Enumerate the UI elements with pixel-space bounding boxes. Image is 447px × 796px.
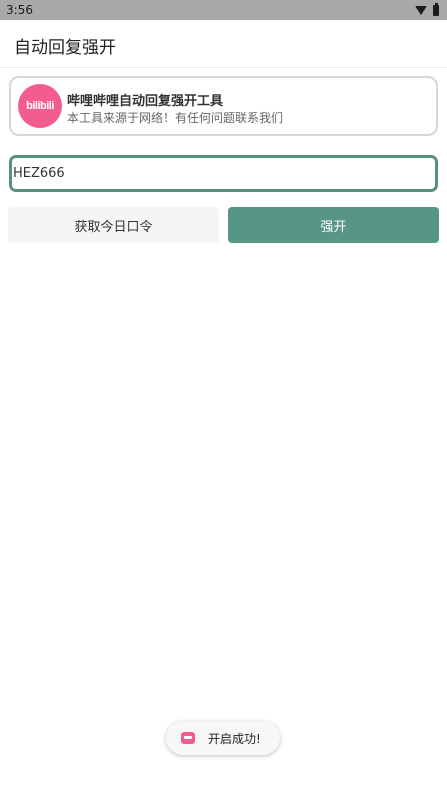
page-title: 自动回复强开 xyxy=(14,38,116,58)
status-bar: 3:56 xyxy=(0,0,447,20)
code-input[interactable] xyxy=(9,155,438,192)
toast: 开启成功! xyxy=(166,721,280,755)
wifi-icon xyxy=(415,5,427,15)
app-bar: 自动回复强开 xyxy=(0,20,447,68)
card-title: 哔哩哔哩自动回复强开工具 xyxy=(67,94,224,109)
force-open-button[interactable]: 强开 xyxy=(228,207,439,243)
bilibili-logo-icon: bilibili xyxy=(18,84,62,128)
info-card: bilibili 哔哩哔哩自动回复强开工具 本工具来源于网络！有任何问题联系我们 xyxy=(9,76,438,136)
battery-icon xyxy=(433,2,439,16)
logo-text: bilibili xyxy=(26,100,54,112)
bilibili-tv-icon xyxy=(181,732,195,744)
card-subtitle: 本工具来源于网络！有任何问题联系我们 xyxy=(67,111,284,125)
status-icons xyxy=(415,0,439,20)
toast-text: 开启成功! xyxy=(208,731,261,746)
get-code-button[interactable]: 获取今日口令 xyxy=(8,207,219,243)
status-time: 3:56 xyxy=(6,3,33,17)
